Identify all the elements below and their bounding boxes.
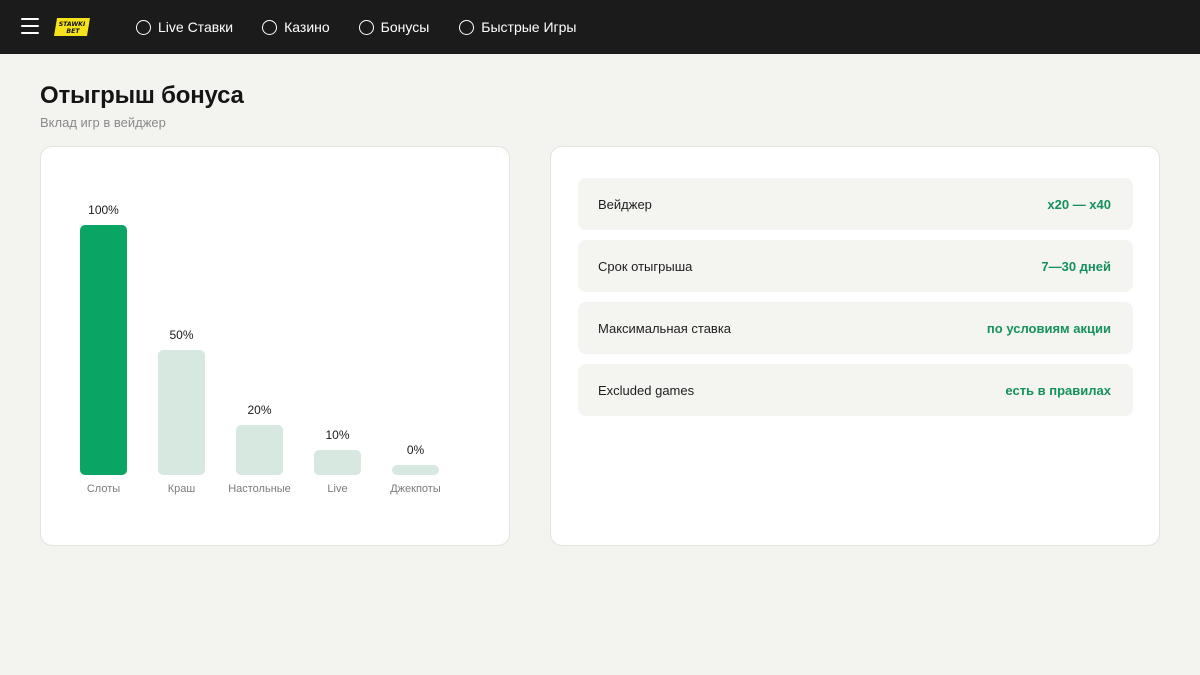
chart-category-label: Настольные bbox=[228, 483, 291, 495]
nav-item-label: Быстрые Игры bbox=[481, 19, 577, 35]
wager-contribution-card: 100% Слоты 50% Краш 20% Настольные 10% Live 0% Дж… bbox=[40, 146, 510, 546]
chart-category-label: Live bbox=[327, 483, 348, 495]
info-value: x20 — x40 bbox=[1047, 196, 1111, 212]
chart-bar bbox=[158, 350, 205, 475]
logo-text-bottom: BET bbox=[66, 28, 80, 35]
nav-item-live[interactable]: Live Ставки bbox=[136, 19, 233, 35]
chart-value-label: 20% bbox=[247, 403, 272, 417]
chart-bar bbox=[392, 465, 439, 475]
nav-item-label: Live Ставки bbox=[158, 19, 234, 35]
menu-icon[interactable] bbox=[21, 18, 39, 36]
nav-item-fast-games[interactable]: Быстрые Игры bbox=[459, 19, 577, 35]
info-label: Вейджер bbox=[598, 196, 652, 212]
top-bar: STAWKI BET Live Ставки Казино Бонусы Быс… bbox=[0, 0, 1200, 54]
chart-category-label: Джекпоты bbox=[390, 483, 441, 495]
nav-item-casino[interactable]: Казино bbox=[262, 19, 330, 35]
circle-icon bbox=[136, 19, 151, 35]
info-label: Срок отыгрыша bbox=[598, 258, 693, 274]
info-row-wager: Вейджер x20 — x40 bbox=[578, 178, 1133, 230]
info-row-max-bet: Максимальная ставка по условиям акции bbox=[578, 302, 1133, 354]
wager-terms-card: Вейджер x20 — x40 Срок отыгрыша 7—30 дне… bbox=[550, 146, 1160, 546]
main-nav: Live Ставки Казино Бонусы Быстрые Игры bbox=[136, 0, 607, 54]
chart-bar bbox=[314, 450, 361, 475]
circle-icon bbox=[262, 19, 278, 35]
contribution-bar-chart: 100% Слоты 50% Краш 20% Настольные 10% Live 0% Дж… bbox=[41, 147, 511, 547]
circle-icon bbox=[459, 19, 475, 35]
info-label: Excluded games bbox=[598, 382, 695, 398]
nav-item-bonuses[interactable]: Бонусы bbox=[358, 19, 430, 35]
nav-item-label: Бонусы bbox=[380, 19, 430, 35]
logo-text-top: STAWKI bbox=[59, 21, 86, 28]
info-row-term: Срок отыгрыша 7—30 дней bbox=[578, 240, 1133, 292]
nav-item-label: Казино bbox=[284, 19, 330, 35]
page-title: Отыгрыш бонуса bbox=[40, 82, 244, 109]
chart-category-label: Слоты bbox=[86, 483, 121, 495]
chart-category-label: Краш bbox=[167, 483, 196, 495]
info-value: есть в правилах bbox=[1005, 382, 1111, 398]
info-label: Максимальная ставка bbox=[598, 320, 732, 336]
chart-bar bbox=[80, 225, 127, 475]
circle-icon bbox=[358, 19, 374, 35]
info-value: по условиям акции bbox=[986, 320, 1111, 336]
logo-mark: STAWKI BET bbox=[54, 18, 90, 36]
page-subtitle: Вклад игр в вейджер bbox=[40, 115, 166, 130]
chart-value-label: 50% bbox=[169, 328, 194, 342]
chart-value-label: 10% bbox=[325, 428, 350, 442]
chart-bar bbox=[236, 425, 283, 475]
info-value: 7—30 дней bbox=[1041, 258, 1111, 274]
brand-logo[interactable]: STAWKI BET bbox=[54, 18, 90, 36]
info-row-excluded-games: Excluded games есть в правилах bbox=[578, 364, 1133, 416]
chart-value-label: 0% bbox=[406, 443, 425, 457]
chart-value-label: 100% bbox=[88, 203, 119, 217]
